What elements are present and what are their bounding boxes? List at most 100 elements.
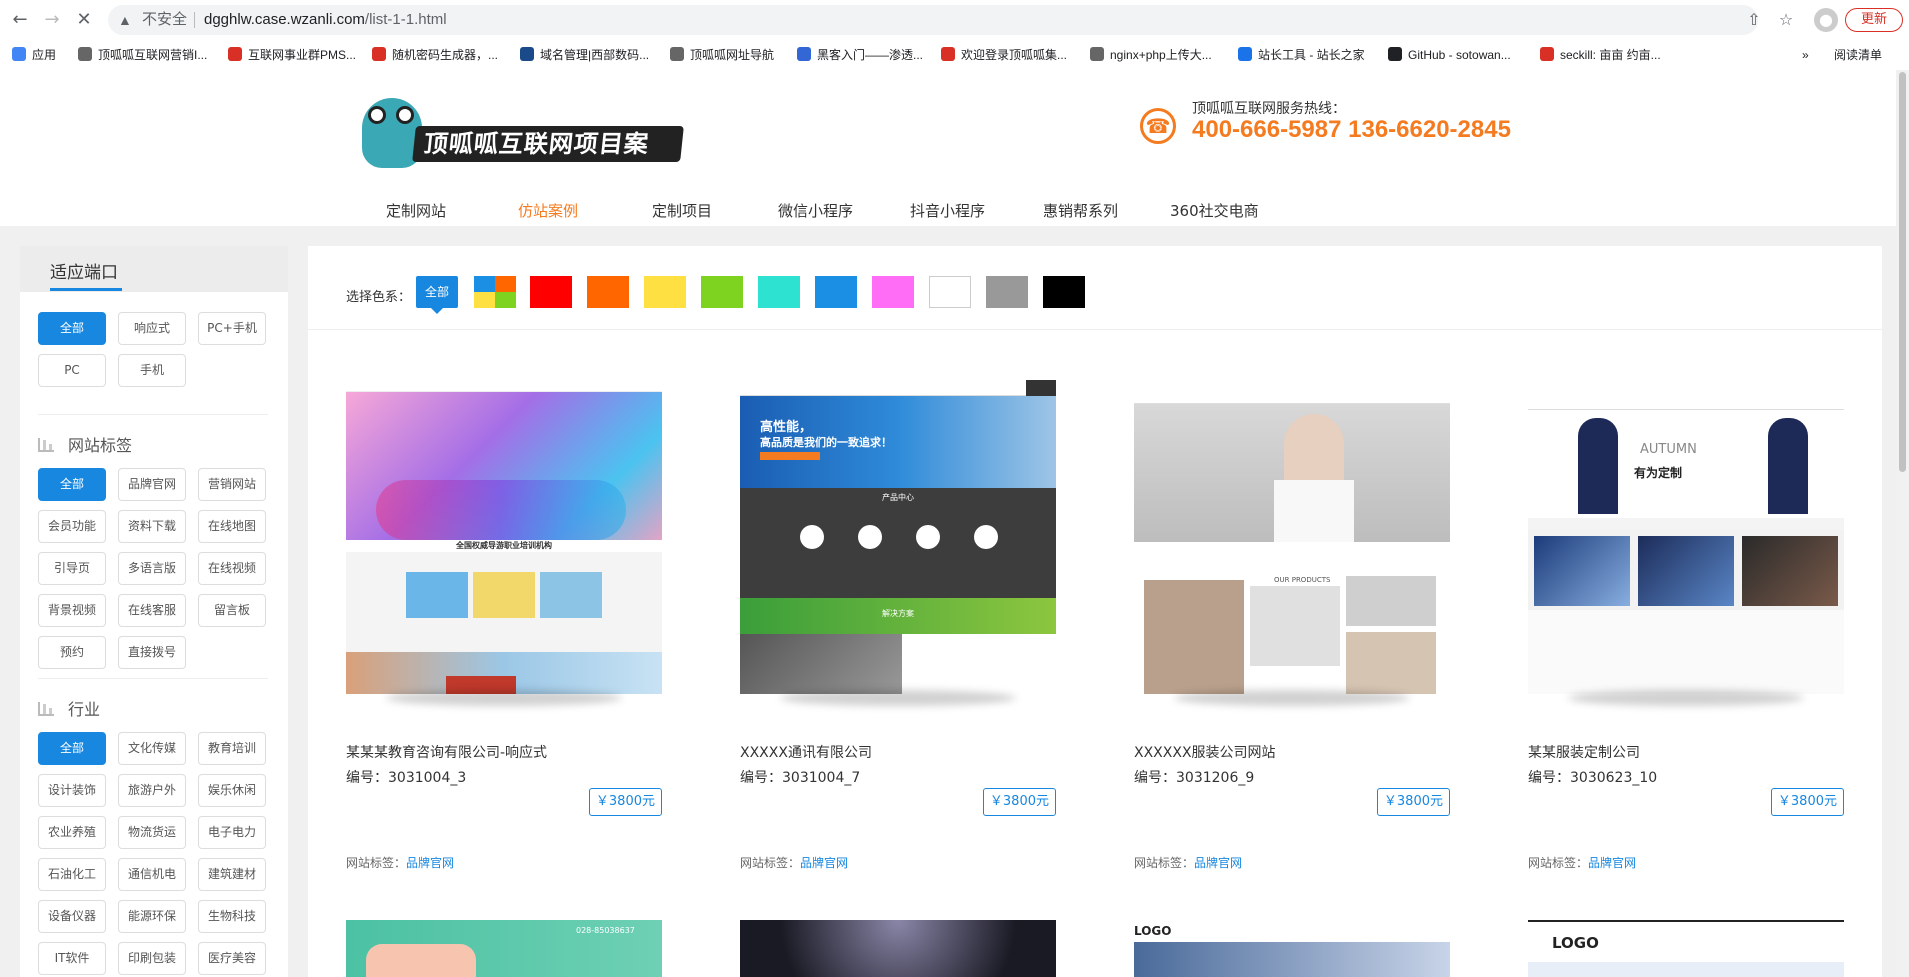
color-swatch-multicolor[interactable] bbox=[474, 276, 516, 308]
filter-tag-industries[interactable]: 教育培训 bbox=[198, 732, 266, 765]
filter-tag-site_tags[interactable]: 多语言版 bbox=[118, 552, 186, 585]
filter-tag-site_tags[interactable]: 营销网站 bbox=[198, 468, 266, 501]
filter-tag-ports[interactable]: PC bbox=[38, 354, 106, 387]
price-badge[interactable]: ￥3800元 bbox=[588, 788, 662, 816]
filter-tag-industries[interactable]: 全部 bbox=[38, 732, 106, 765]
profile-avatar-icon[interactable]: ● bbox=[1814, 8, 1838, 32]
color-swatch[interactable] bbox=[644, 276, 686, 308]
nav-item[interactable]: 抖音小程序 bbox=[910, 200, 985, 221]
bookmark-item[interactable]: 黑客入门——渗透... bbox=[797, 43, 923, 67]
filter-tag-industries[interactable]: 物流货运 bbox=[118, 816, 186, 849]
reading-list[interactable]: 阅读清单 bbox=[1834, 43, 1882, 67]
filter-tag-site_tags[interactable]: 留言板 bbox=[198, 594, 266, 627]
tag-link[interactable]: 品牌官网 bbox=[406, 856, 454, 870]
case-title[interactable]: 某某某教育咨询有限公司-响应式 bbox=[346, 742, 547, 762]
filter-tag-site_tags[interactable]: 预约 bbox=[38, 636, 106, 669]
filter-tag-ports[interactable]: 响应式 bbox=[118, 312, 186, 345]
bookmark-item[interactable]: 顶呱呱互联网营销I... bbox=[78, 43, 207, 67]
color-swatch[interactable] bbox=[587, 276, 629, 308]
filter-tag-industries[interactable]: 能源环保 bbox=[118, 900, 186, 933]
case-thumbnail-6[interactable] bbox=[740, 920, 1056, 977]
case-title[interactable]: 某某服装定制公司 bbox=[1528, 742, 1640, 762]
forward-icon[interactable]: → bbox=[40, 8, 64, 32]
filter-tag-industries[interactable]: 设计装饰 bbox=[38, 774, 106, 807]
color-swatch[interactable] bbox=[758, 276, 800, 308]
filter-tag-industries[interactable]: 娱乐休闲 bbox=[198, 774, 266, 807]
color-swatch[interactable] bbox=[929, 276, 971, 308]
bookmark-star-icon[interactable]: ☆ bbox=[1774, 8, 1798, 32]
tag-link[interactable]: 品牌官网 bbox=[1588, 856, 1636, 870]
filter-tag-site_tags[interactable]: 在线地图 bbox=[198, 510, 266, 543]
case-thumbnail-5[interactable]: 028-85038637 bbox=[346, 920, 662, 977]
tag-link[interactable]: 品牌官网 bbox=[800, 856, 848, 870]
filter-tag-industries[interactable]: 生物科技 bbox=[198, 900, 266, 933]
nav-item[interactable]: 定制网站 bbox=[386, 200, 446, 221]
price-badge[interactable]: ￥3800元 bbox=[1376, 788, 1450, 816]
filter-tag-industries[interactable]: 设备仪器 bbox=[38, 900, 106, 933]
filter-tag-industries[interactable]: 文化传媒 bbox=[118, 732, 186, 765]
filter-tag-site_tags[interactable]: 在线客服 bbox=[118, 594, 186, 627]
nav-item[interactable]: 微信小程序 bbox=[778, 200, 853, 221]
filter-tag-industries[interactable]: 旅游户外 bbox=[118, 774, 186, 807]
price-badge[interactable]: ￥3800元 bbox=[1770, 788, 1844, 816]
page-scrollbar[interactable] bbox=[1896, 70, 1909, 977]
site-logo[interactable]: 顶呱呱互联网项目案例库 bbox=[362, 98, 684, 194]
nav-item[interactable]: 仿站案例 bbox=[518, 200, 578, 221]
color-swatch[interactable] bbox=[701, 276, 743, 308]
filter-tag-site_tags[interactable]: 资料下载 bbox=[118, 510, 186, 543]
color-swatch[interactable] bbox=[530, 276, 572, 308]
case-thumbnail-4[interactable]: AUTUMN 有为定制 bbox=[1528, 380, 1844, 694]
bookmark-item[interactable]: 域名管理|西部数码... bbox=[520, 43, 649, 67]
color-swatch[interactable] bbox=[815, 276, 857, 308]
filter-tag-industries[interactable]: 通信机电 bbox=[118, 858, 186, 891]
filter-tag-ports[interactable]: 全部 bbox=[38, 312, 106, 345]
share-icon[interactable]: ⇧ bbox=[1742, 8, 1766, 32]
filter-tag-industries[interactable]: 农业养殖 bbox=[38, 816, 106, 849]
color-swatch[interactable] bbox=[872, 276, 914, 308]
bookmark-item[interactable]: 随机密码生成器，... bbox=[372, 43, 498, 67]
nav-item[interactable]: 360社交电商 bbox=[1170, 200, 1259, 221]
case-thumbnail-7[interactable]: LOGO bbox=[1134, 920, 1450, 977]
filter-tag-site_tags[interactable]: 直接拨号 bbox=[118, 636, 186, 669]
update-button[interactable]: 更新 bbox=[1845, 8, 1903, 32]
case-thumbnail-3[interactable]: OUR PRODUCTS bbox=[1134, 380, 1450, 694]
filter-tag-site_tags[interactable]: 会员功能 bbox=[38, 510, 106, 543]
bookmark-item[interactable]: nginx+php上传大... bbox=[1090, 43, 1212, 67]
case-title[interactable]: XXXXX通讯有限公司 bbox=[740, 742, 872, 762]
bookmark-item[interactable]: 应用 bbox=[12, 43, 56, 67]
filter-tag-ports[interactable]: PC+手机 bbox=[198, 312, 266, 345]
nav-item[interactable]: 定制项目 bbox=[652, 200, 712, 221]
filter-tag-site_tags[interactable]: 品牌官网 bbox=[118, 468, 186, 501]
color-all-button[interactable]: 全部 bbox=[416, 276, 458, 314]
reload-icon[interactable]: ✕ bbox=[72, 8, 96, 32]
case-thumbnail-8[interactable]: LOGO bbox=[1528, 920, 1844, 977]
address-bar[interactable]: ▲ 不安全 dgghlw.case.wzanli.com/list-1-1.ht… bbox=[108, 5, 1758, 35]
filter-tag-industries[interactable]: 建筑建材 bbox=[198, 858, 266, 891]
filter-tag-industries[interactable]: 石油化工 bbox=[38, 858, 106, 891]
bookmark-item[interactable]: 顶呱呱网址导航 bbox=[670, 43, 774, 67]
nav-item[interactable]: 惠销帮系列 bbox=[1043, 200, 1118, 221]
case-thumbnail-1[interactable]: 全国权威导游职业培训机构 bbox=[346, 380, 662, 694]
bookmark-item[interactable]: 欢迎登录顶呱呱集... bbox=[941, 43, 1067, 67]
filter-tag-industries[interactable]: 电子电力 bbox=[198, 816, 266, 849]
scrollbar-thumb[interactable] bbox=[1899, 72, 1906, 472]
filter-tag-industries[interactable]: 印刷包装 bbox=[118, 942, 186, 975]
filter-tag-site_tags[interactable]: 全部 bbox=[38, 468, 106, 501]
price-badge[interactable]: ￥3800元 bbox=[982, 788, 1056, 816]
color-swatch[interactable] bbox=[1043, 276, 1085, 308]
bookmark-item[interactable]: 站长工具 - 站长之家 bbox=[1238, 43, 1365, 67]
filter-tag-ports[interactable]: 手机 bbox=[118, 354, 186, 387]
bookmark-item[interactable]: 互联网事业群PMS... bbox=[228, 43, 356, 67]
filter-tag-site_tags[interactable]: 引导页 bbox=[38, 552, 106, 585]
tag-link[interactable]: 品牌官网 bbox=[1194, 856, 1242, 870]
color-swatch[interactable] bbox=[986, 276, 1028, 308]
filter-tag-industries[interactable]: 医疗美容 bbox=[198, 942, 266, 975]
case-thumbnail-2[interactable]: 高性能， 高品质是我们的一致追求！ 产品中心 解决方案 bbox=[740, 380, 1056, 694]
bookmarks-overflow-icon[interactable]: » bbox=[1802, 43, 1809, 67]
filter-tag-industries[interactable]: IT软件 bbox=[38, 942, 106, 975]
case-title[interactable]: XXXXXX服装公司网站 bbox=[1134, 742, 1276, 762]
filter-tag-site_tags[interactable]: 在线视频 bbox=[198, 552, 266, 585]
back-icon[interactable]: ← bbox=[8, 8, 32, 32]
filter-tag-site_tags[interactable]: 背景视频 bbox=[38, 594, 106, 627]
bookmark-item[interactable]: seckill: 亩亩 约亩... bbox=[1540, 43, 1661, 67]
